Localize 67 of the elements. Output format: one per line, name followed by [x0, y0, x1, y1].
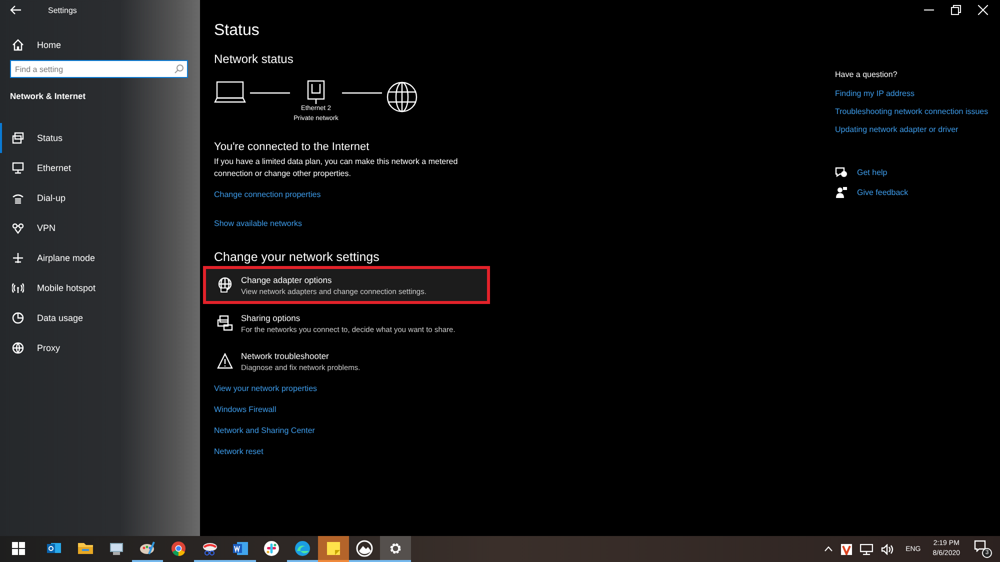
back-arrow-icon[interactable]: [10, 5, 22, 15]
search-field[interactable]: Find a setting: [10, 60, 188, 78]
browser-icon: [170, 540, 187, 556]
section-heading: Network status: [214, 52, 294, 66]
adapter-icon: [217, 277, 233, 293]
help-icon: [835, 166, 847, 178]
home-icon: [12, 39, 24, 51]
restore-icon[interactable]: [951, 5, 961, 15]
nav-item[interactable]: Ethernet: [0, 153, 200, 183]
link[interactable]: Network reset: [214, 447, 264, 456]
connector-line: [342, 92, 382, 94]
nav-item[interactable]: Mobile hotspot: [0, 273, 200, 303]
notification-icon: [974, 540, 986, 552]
hotspot-icon: [12, 282, 24, 294]
connection-status: You're connected to the Internet: [214, 141, 370, 153]
nav-item[interactable]: VPN: [0, 213, 200, 243]
option-title: Change adapter options: [241, 275, 333, 285]
help-heading: Have a question?: [835, 70, 898, 79]
link[interactable]: Windows Firewall: [214, 405, 276, 414]
help-action-link[interactable]: Get help: [857, 168, 888, 176]
sticky-note-icon: [325, 540, 342, 556]
mountain-icon: [356, 540, 373, 556]
link[interactable]: View your network properties: [214, 384, 318, 393]
windows-logo-icon[interactable]: [12, 542, 25, 555]
taskbar-button[interactable]: [380, 536, 411, 562]
help-link[interactable]: Finding my IP address: [835, 88, 1000, 99]
section-heading: Network & Internet: [10, 91, 87, 101]
browser-icon: [294, 540, 311, 556]
ethernet-port-icon: [307, 80, 325, 104]
close-icon[interactable]: [978, 5, 988, 15]
help-link[interactable]: Troubleshooting network connection issues: [835, 106, 1000, 117]
page-title: Status: [214, 22, 260, 40]
nav-item[interactable]: Proxy: [0, 333, 200, 363]
nav-item[interactable]: Dial-up: [0, 183, 200, 213]
dialup-icon: [12, 192, 24, 204]
data-icon: [12, 312, 24, 324]
network-icon[interactable]: [860, 544, 873, 554]
chevron-up-icon[interactable]: [824, 546, 833, 552]
feedback-icon: [835, 186, 847, 198]
troubleshoot-icon: [217, 353, 233, 369]
tray-app-icon[interactable]: [840, 544, 852, 554]
window-title: Settings: [48, 6, 77, 14]
home-link[interactable]: Home: [0, 30, 200, 60]
link[interactable]: Show available networks: [214, 219, 302, 228]
option-title: Sharing options: [241, 313, 302, 323]
ethernet-icon: [12, 162, 24, 174]
document-app-icon: [232, 540, 249, 556]
proxy-icon: [12, 342, 24, 354]
connector-line: [250, 92, 290, 94]
option-title: Network troubleshooter: [241, 351, 330, 361]
connection-description: If you have a limited data plan, you can make this network a metered connection or change other properties.: [214, 156, 459, 180]
sharing-icon: [217, 315, 233, 331]
laptop-icon: [214, 81, 246, 103]
section-heading: Change your network settings: [214, 250, 380, 264]
help-link[interactable]: Updating network adapter or driver: [835, 124, 1000, 135]
palette-icon: [139, 540, 156, 556]
volume-icon[interactable]: [880, 544, 894, 554]
status-icon: [12, 132, 24, 144]
search-icon: [174, 64, 184, 74]
link[interactable]: Network and Sharing Center: [214, 426, 315, 435]
help-action-link[interactable]: Give feedback: [857, 188, 908, 196]
globe-icon: [386, 81, 418, 113]
chat-app-icon: [263, 540, 280, 556]
nav-item[interactable]: Data usage: [0, 303, 200, 333]
nav-item[interactable]: Airplane mode: [0, 243, 200, 273]
link[interactable]: Change connection properties: [214, 190, 321, 199]
vpn-icon: [12, 222, 24, 234]
